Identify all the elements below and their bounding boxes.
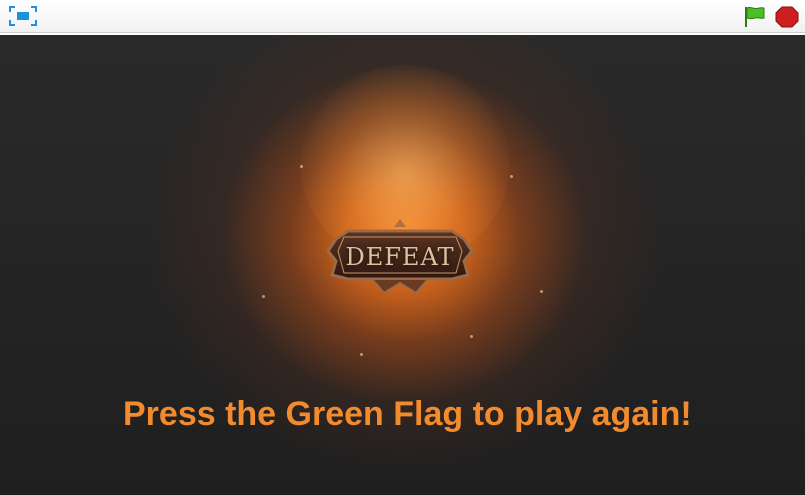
sparkle xyxy=(360,353,363,356)
scratch-player: DEFEAT Press the Green Flag to play agai… xyxy=(0,0,805,495)
sparkle xyxy=(510,175,513,178)
sparkle xyxy=(262,295,265,298)
sparkle xyxy=(300,165,303,168)
fullscreen-icon[interactable] xyxy=(8,5,38,27)
sparkle xyxy=(470,335,473,338)
play-again-message: Press the Green Flag to play again! xyxy=(123,395,692,433)
defeat-title: DEFEAT xyxy=(345,243,455,271)
player-toolbar xyxy=(0,0,805,33)
sparkle xyxy=(540,290,543,293)
green-flag-icon[interactable] xyxy=(741,5,767,29)
game-stage[interactable]: DEFEAT Press the Green Flag to play agai… xyxy=(0,35,805,495)
stop-sign-icon[interactable] xyxy=(774,5,800,29)
